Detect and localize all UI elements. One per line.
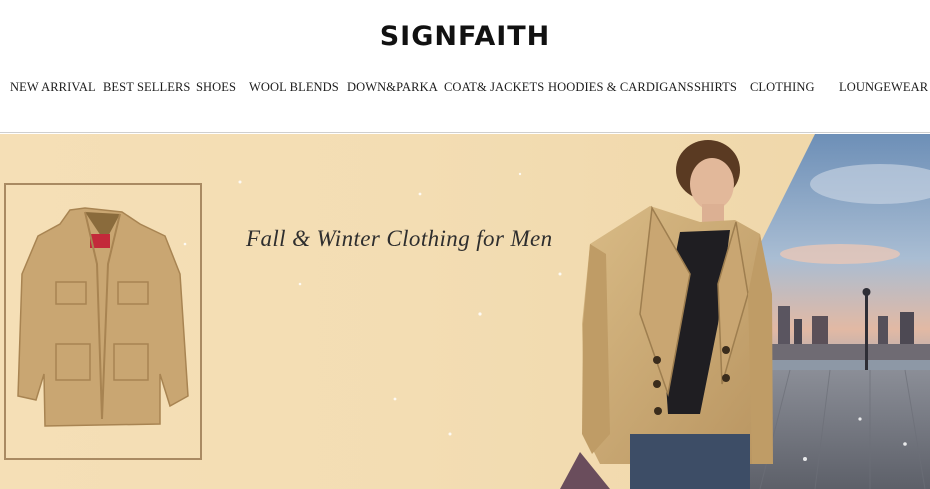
nav-best-sellers[interactable]: BEST SELLERS bbox=[103, 77, 190, 97]
nav-shirts[interactable]: SHIRTS bbox=[694, 77, 737, 97]
nav-shoes[interactable]: SHOES bbox=[196, 77, 236, 97]
model-figure bbox=[560, 140, 773, 489]
nav-loungewear[interactable]: LOUNGEWEAR bbox=[839, 77, 928, 97]
site-header: SIGNFAITH NEW ARRIVAL BEST SELLERS SHOES… bbox=[0, 0, 930, 133]
hero-banner[interactable]: Fall & Winter Clothing for Men bbox=[0, 134, 930, 489]
nav-down-parka[interactable]: DOWN&PARKA bbox=[347, 77, 438, 97]
product-thumbnail-frame[interactable] bbox=[4, 183, 202, 460]
banner-headline: Fall & Winter Clothing for Men bbox=[246, 226, 553, 251]
brand-logo[interactable]: SIGNFAITH bbox=[0, 20, 930, 54]
nav-hoodies-cardigans[interactable]: HOODIES & CARDIGANS bbox=[548, 77, 694, 97]
nav-wool-blends[interactable]: WOOL BLENDS bbox=[249, 77, 339, 97]
nav-new-arrival[interactable]: NEW ARRIVAL bbox=[10, 77, 96, 97]
nav-coat-jackets[interactable]: COAT& JACKETS bbox=[444, 77, 544, 97]
main-nav: NEW ARRIVAL BEST SELLERS SHOES WOOL BLEN… bbox=[0, 77, 930, 97]
nav-clothing[interactable]: CLOTHING bbox=[750, 77, 815, 97]
